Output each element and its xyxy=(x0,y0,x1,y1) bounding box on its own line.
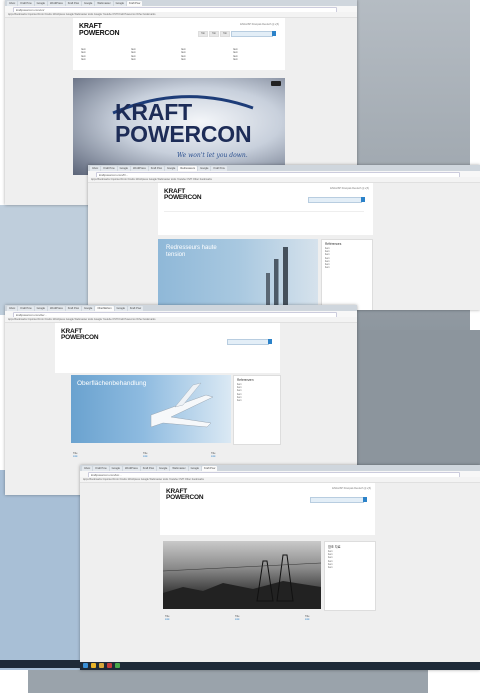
hero-banner: Redresseurs haute tension xyxy=(158,239,318,309)
power-pylons-icon xyxy=(163,554,321,609)
taskbar-strip xyxy=(0,660,80,668)
footer-column: Title Link xyxy=(73,452,141,458)
site-header: KRAFT POWERCON ENGLISH Français Deutsch … xyxy=(73,18,285,70)
menu-item[interactable]: Item xyxy=(131,58,136,61)
menu-column: Item Item Item Item xyxy=(181,48,186,61)
menu-area xyxy=(164,211,364,232)
footer-column: Title Link xyxy=(143,452,209,458)
site-logo[interactable]: KRAFT POWERCON xyxy=(61,328,99,342)
hero-banner: Oberflächenbehandlung xyxy=(71,375,231,443)
site-header: KRAFT POWERCON ENGLISH Français Deutsch … xyxy=(158,183,373,235)
logo-line2: POWERCON xyxy=(166,494,204,502)
hero-logo-line2: POWERCON xyxy=(115,120,252,147)
web-page: KRAFT POWERCON ENGLISH Français Deutsch … xyxy=(88,183,480,310)
menu-item[interactable]: Item xyxy=(181,58,186,61)
nav-button[interactable]: Tab xyxy=(198,31,208,37)
footer-column: Title Link xyxy=(235,615,301,621)
footer-link[interactable]: Link xyxy=(305,618,371,621)
site-header: KRAFT POWERCON ENGLISH Français Deutsch … xyxy=(160,483,375,535)
hero-banner xyxy=(163,541,321,609)
logo-line2: POWERCON xyxy=(61,334,99,342)
language-links[interactable]: ENGLISH Français Deutsch 한국어 xyxy=(330,186,369,190)
airplane-icon xyxy=(150,382,214,428)
windows-taskbar xyxy=(80,662,480,670)
sidebar-item[interactable]: Item xyxy=(322,266,372,269)
web-page: KRAFT POWERCON ENGLISH Français Deutsch … xyxy=(80,483,480,670)
menu-item[interactable]: Item xyxy=(233,58,238,61)
chimney-stacks-icon xyxy=(266,247,288,309)
menu-item[interactable]: Item xyxy=(81,58,86,61)
footer-link[interactable]: Link xyxy=(165,618,231,621)
footer-link[interactable]: Link xyxy=(235,618,301,621)
footer-link[interactable]: Link xyxy=(143,455,209,458)
sidebar-title: 참조 자료 xyxy=(328,545,341,549)
app-taskbar-icon[interactable] xyxy=(107,663,112,668)
search-input[interactable] xyxy=(308,197,362,203)
references-sidebar: Références Item Item Item Item Item Item… xyxy=(321,239,373,310)
site-logo[interactable]: KRAFT POWERCON xyxy=(79,23,120,37)
nav-button[interactable]: Tab xyxy=(209,31,219,37)
logo-line2: POWERCON xyxy=(79,29,120,37)
references-sidebar: 참조 자료 Item Item Item Item Item Item xyxy=(324,541,376,611)
hero-banner: KRAFT POWERCON We won't let you down. xyxy=(73,78,285,175)
search-button[interactable] xyxy=(272,31,276,36)
search-button[interactable] xyxy=(268,339,272,344)
search-button[interactable] xyxy=(361,197,365,202)
browser-window-korean: Inbox Kraft Pow Google WordPress Kraft P… xyxy=(80,465,480,670)
footer-link[interactable]: Link xyxy=(211,455,279,458)
menu-column: Item Item Item Item xyxy=(131,48,136,61)
search-input[interactable] xyxy=(227,339,269,345)
sidebar-item[interactable]: Item xyxy=(325,566,375,569)
search-input[interactable] xyxy=(310,497,364,503)
logo-line2: POWERCON xyxy=(164,194,202,202)
browser-window-french: Inbox Kraft Pow Google WordPress Kraft P… xyxy=(88,165,480,310)
language-links[interactable]: ENGLISH Français Deutsch 한국어 xyxy=(332,486,371,490)
app-taskbar-icon[interactable] xyxy=(115,663,120,668)
references-sidebar: Referenzen Item Item Item Item Item Item xyxy=(233,375,281,445)
sidebar-item[interactable]: Item xyxy=(234,399,280,402)
hero-logo: KRAFT POWERCON xyxy=(115,101,252,147)
browser-taskbar-icon[interactable] xyxy=(91,663,96,668)
footer-column: Title Link xyxy=(165,615,231,621)
menu-column: Item Item Item Item xyxy=(81,48,86,61)
search-button[interactable] xyxy=(363,497,367,502)
hero-tagline: We won't let you down. xyxy=(177,152,248,159)
nav-button[interactable]: Tab xyxy=(220,31,230,37)
search-input[interactable] xyxy=(231,31,273,37)
sidebar-title: Références xyxy=(325,242,342,246)
site-header: KRAFT POWERCON xyxy=(55,323,280,373)
site-logo[interactable]: KRAFT POWERCON xyxy=(164,188,202,202)
folder-taskbar-icon[interactable] xyxy=(99,663,104,668)
language-links[interactable]: ENGLISH Français Deutsch 한국어 xyxy=(240,22,279,26)
footer-column: Title Link xyxy=(211,452,279,458)
sidebar-title: Referenzen xyxy=(237,378,254,382)
footer-link[interactable]: Link xyxy=(73,455,141,458)
start-icon[interactable] xyxy=(83,663,88,668)
background-panel xyxy=(0,205,90,315)
footer-column: Title Link xyxy=(305,615,371,621)
menu-column: Item Item Item Item xyxy=(233,48,238,61)
site-logo[interactable]: KRAFT POWERCON xyxy=(166,488,204,502)
